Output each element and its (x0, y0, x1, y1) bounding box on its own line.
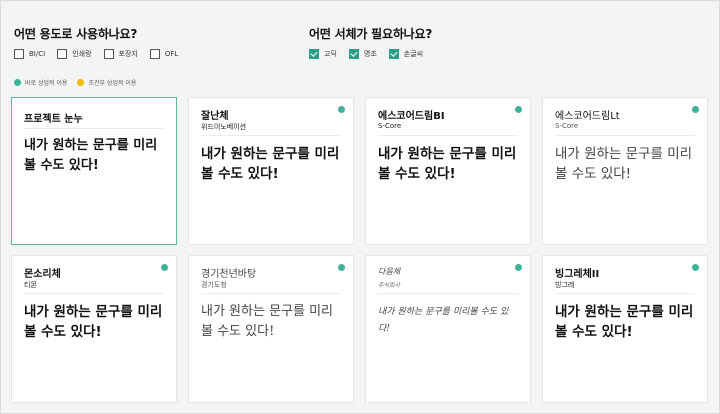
commercial-status-dot-icon (515, 106, 522, 113)
font-card-project-noonnu[interactable]: 프로젝트 눈누 내가 원하는 문구를 미리 볼 수도 있다! (11, 97, 177, 245)
font-maker: 위드이노베이션 (201, 123, 247, 131)
checkbox-label: OFL (164, 50, 179, 58)
style-filter: 어떤 서체가 필요하나요? 고딕 명조 손글씨 (309, 25, 435, 59)
card-divider (555, 293, 695, 294)
checkbox-print[interactable]: 인쇄랑 (57, 49, 92, 59)
font-name: 다음체 (378, 267, 401, 276)
checkbox-myeongjo[interactable]: 명조 (348, 49, 377, 59)
checkbox-gothic[interactable]: 고딕 (309, 49, 337, 59)
font-card-handwriting[interactable]: 다음체 주식회사 내가 원하는 문구를 미리볼 수도 있다! (365, 255, 531, 403)
green-dot-icon (14, 79, 21, 86)
font-name: 몬소리체 (24, 269, 61, 280)
font-card-jalnan[interactable]: 잘난체 위드이노베이션 내가 원하는 문구를 미리볼 수도 있다! (188, 97, 354, 245)
checkbox-box[interactable] (14, 49, 24, 59)
font-sample-text: 내가 원하는 문구를 미리볼 수도 있다! (24, 304, 163, 340)
font-sample-text: 내가 원하는 문구를 미리볼 수도 있다! (555, 304, 694, 340)
font-sample-text: 내가 원하는 문구를 미리볼 수도 있다! (378, 146, 517, 182)
yellow-dot-icon (77, 79, 85, 86)
font-maker: 티몬 (24, 281, 37, 289)
font-name: 프로젝트 눈누 (24, 114, 83, 125)
card-divider (378, 135, 518, 136)
legend-label: 바로 상업적 이용 (25, 80, 68, 87)
usage-filter-title: 어떤 용도로 사용하나요? (14, 27, 138, 41)
checkbox-box-checked[interactable] (388, 49, 399, 59)
font-name: 잘난체 (201, 111, 229, 122)
card-divider (24, 128, 164, 129)
font-maker: 주식회사 (378, 282, 401, 289)
legend-item-conditional: 조건부 상업적 이용 (77, 78, 136, 87)
font-card-monsori[interactable]: 몬소리체 티몬 내가 원하는 문구를 미리볼 수도 있다! (11, 255, 177, 403)
font-sample-text: 내가 원하는 문구를 미리 볼 수도 있다! (24, 138, 158, 173)
font-card-gyeonggi-batang[interactable]: 경기천년바탕 경기도청 내가 원하는 문구를 미리볼 수도 있다! (188, 255, 354, 403)
usage-filter: 어떤 용도로 사용하나요? BI/CI 인쇄랑 포장지 OFL (14, 25, 190, 59)
card-divider (378, 293, 518, 294)
font-maker: 경기도청 (201, 281, 227, 289)
font-name: 에스코어드림Lt (555, 111, 620, 122)
checkbox-box[interactable] (103, 49, 114, 59)
font-name: 경기천년바탕 (201, 269, 257, 280)
checkbox-bi-ci[interactable]: BI/CI (14, 49, 45, 59)
font-card-score-dream-bl[interactable]: 에스코어드림BI S-Core 내가 원하는 문구를 미리볼 수도 있다! (365, 97, 531, 245)
card-divider (555, 135, 695, 136)
card-divider (24, 293, 164, 294)
legend-item-commercial: 바로 상업적 이용 (14, 78, 67, 87)
font-sample-text: 내가 원하는 문구를 미리볼 수도 있다! (201, 304, 333, 339)
checkbox-ofl[interactable]: OFL (149, 49, 179, 59)
font-card-binggrae-ii[interactable]: 빙그레체II 빙그레 내가 원하는 문구를 미리볼 수도 있다! (542, 255, 708, 403)
checkbox-box[interactable] (149, 49, 160, 59)
style-filter-title: 어떤 서체가 필요하나요? (309, 27, 433, 41)
card-divider (201, 135, 341, 136)
font-sample-text: 내가 원하는 문구를 미리볼 수도 있다! (555, 146, 693, 182)
checkbox-label: 명조 (363, 50, 377, 58)
commercial-status-dot-icon (338, 264, 345, 271)
commercial-status-dot-icon (161, 264, 168, 271)
font-sample-text: 내가 원하는 문구를 미리볼 수도 있다! (378, 307, 509, 334)
commercial-status-dot-icon (338, 106, 345, 113)
font-list-page: 어떤 용도로 사용하나요? BI/CI 인쇄랑 포장지 OFL 어떤 서체가 필… (0, 0, 720, 414)
font-name: 에스코어드림BI (378, 111, 445, 122)
font-maker: 빙그레 (555, 281, 575, 289)
legend-label: 조건부 상업적 이용 (88, 80, 137, 87)
commercial-status-dot-icon (515, 264, 522, 271)
commercial-status-dot-icon (692, 264, 699, 271)
checkbox-box-checked[interactable] (309, 49, 319, 59)
font-maker: S-Core (555, 122, 579, 130)
checkbox-box-checked[interactable] (348, 49, 359, 59)
checkbox-label: 고딕 (324, 50, 337, 58)
checkbox-label: BI/CI (29, 50, 46, 58)
font-maker: S-Core (378, 122, 402, 130)
checkbox-label: 손글씨 (403, 50, 424, 58)
license-legend: 바로 상업적 이용 조건부 상업적 이용 (14, 78, 146, 87)
checkbox-label: 포장지 (118, 50, 138, 58)
font-sample-text: 내가 원하는 문구를 미리볼 수도 있다! (201, 146, 340, 182)
font-card-score-dream-lt[interactable]: 에스코어드림Lt S-Core 내가 원하는 문구를 미리볼 수도 있다! (542, 97, 708, 245)
card-divider (201, 293, 341, 294)
checkbox-handwriting[interactable]: 손글씨 (388, 49, 424, 59)
font-name: 빙그레체II (555, 269, 600, 280)
checkbox-packaging[interactable]: 포장지 (103, 49, 138, 59)
checkbox-label: 인쇄랑 (72, 50, 92, 58)
checkbox-box[interactable] (57, 49, 68, 59)
commercial-status-dot-icon (692, 106, 699, 113)
